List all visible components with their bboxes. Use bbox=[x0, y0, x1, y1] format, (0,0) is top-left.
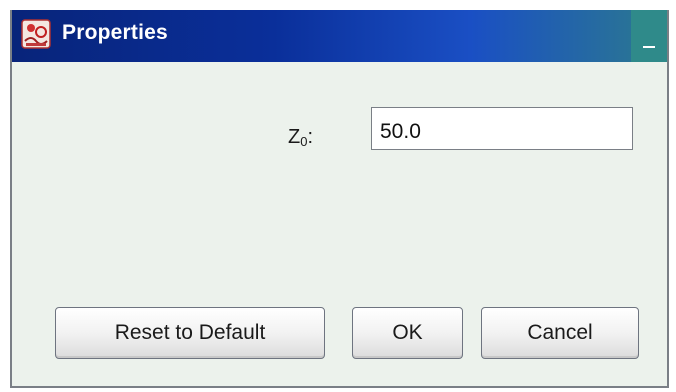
reset-to-default-button[interactable]: Reset to Default bbox=[55, 307, 325, 359]
z0-label-main: Z bbox=[288, 126, 301, 148]
app-icon bbox=[21, 19, 51, 49]
z0-label-colon: : bbox=[307, 126, 314, 148]
window-title: Properties bbox=[62, 21, 168, 44]
ok-button[interactable]: OK bbox=[352, 307, 463, 359]
z0-label-subscript: 0 bbox=[300, 134, 308, 149]
z0-input[interactable] bbox=[371, 107, 633, 150]
title-bar[interactable]: Properties bbox=[12, 10, 667, 62]
z0-label: Z0: bbox=[288, 126, 313, 149]
minimize-button[interactable] bbox=[631, 10, 667, 62]
properties-dialog: Properties Z0: Reset to Default OK Cance… bbox=[10, 10, 669, 388]
cancel-button[interactable]: Cancel bbox=[481, 307, 639, 359]
